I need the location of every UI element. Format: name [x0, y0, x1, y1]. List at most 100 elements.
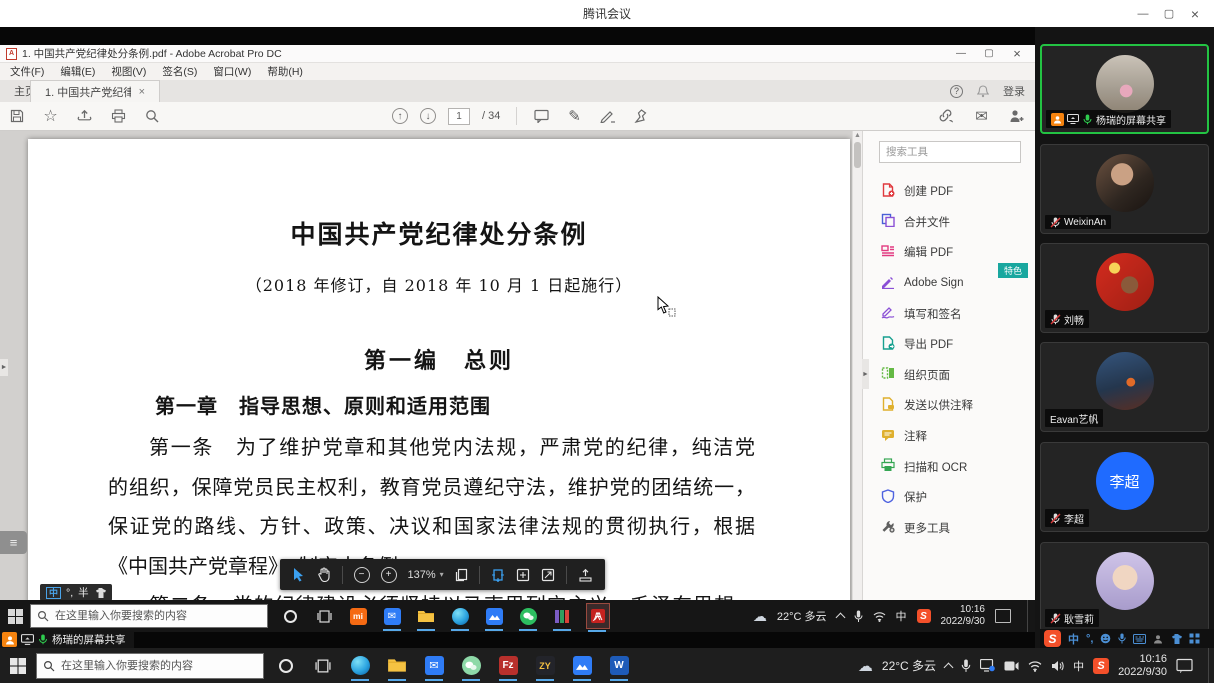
menu-sign[interactable]: 签名(S) [162, 64, 197, 79]
menu-help[interactable]: 帮助(H) [267, 64, 303, 79]
acrobat-maximize-icon[interactable]: ▢ [975, 45, 1003, 62]
nav-panel-toggle-icon[interactable]: ► [0, 359, 8, 376]
hand-tool-icon[interactable] [317, 566, 331, 583]
weather-text[interactable]: 22°C 多云 [882, 657, 936, 674]
sogou-keyboard-icon[interactable] [1133, 634, 1146, 644]
acrobat-minimize-icon[interactable]: — [947, 45, 975, 62]
previous-page-icon[interactable]: ↑ [392, 108, 408, 124]
edge-browser-icon[interactable] [350, 655, 370, 677]
page-number-input[interactable]: 1 [448, 108, 470, 125]
stamp-icon[interactable] [632, 108, 649, 125]
tray-lang-indicator[interactable]: 中 [1073, 658, 1084, 674]
notification-center-icon[interactable] [995, 609, 1011, 623]
tray-network-icon[interactable] [873, 611, 886, 622]
sogou-emoji-icon[interactable] [1100, 633, 1111, 644]
sogou-chinese-mode-icon[interactable]: 中 [1068, 631, 1079, 647]
cortana-icon[interactable] [280, 605, 300, 627]
star-icon[interactable]: ☆ [42, 108, 59, 125]
help-icon[interactable]: ? [950, 85, 963, 98]
taskbar-search-input[interactable] [36, 653, 264, 679]
cloud-docs-app-icon[interactable] [572, 655, 592, 677]
shared-taskbar-search-input[interactable] [30, 604, 268, 628]
scroll-up-icon[interactable]: ▲ [853, 131, 862, 141]
filezilla-app-icon[interactable]: Fz [498, 655, 518, 677]
word-app-icon[interactable]: W [609, 655, 629, 677]
fit-page-icon[interactable] [516, 566, 530, 583]
sogou-tray-icon[interactable]: S [917, 609, 931, 623]
acrobat-close-icon[interactable]: × [1003, 45, 1031, 62]
tray-clock[interactable]: 10:16 2022/9/30 [1118, 653, 1167, 679]
menu-view[interactable]: 视图(V) [111, 64, 146, 79]
participant-tile[interactable]: WeixinAn [1040, 144, 1209, 234]
zy-player-app-icon[interactable]: ZY [535, 655, 555, 677]
participant-tile[interactable]: 耿雪莉 [1040, 542, 1209, 632]
show-desktop-button[interactable] [1027, 600, 1031, 632]
highlight-pen-icon[interactable]: ✎ [566, 108, 583, 125]
add-person-icon[interactable] [1008, 108, 1025, 125]
ime-mode-indicator[interactable]: 中 [46, 587, 61, 599]
scrollbar-thumb[interactable] [854, 142, 861, 168]
sogou-logo-icon[interactable]: S [1044, 630, 1061, 647]
tray-mic-icon[interactable] [854, 610, 863, 623]
sogou-account-icon[interactable] [1153, 634, 1163, 644]
mail-app-icon[interactable]: ✉ [382, 605, 402, 627]
menu-edit[interactable]: 编辑(E) [60, 64, 95, 79]
menu-window[interactable]: 窗口(W) [213, 64, 251, 79]
tool-export-pdf[interactable]: 导出 PDF [863, 329, 1035, 360]
mail-icon[interactable]: ✉ [973, 108, 990, 125]
dock-toolbar-icon[interactable] [578, 566, 593, 583]
acrobat-app-icon-active[interactable] [586, 603, 610, 629]
weather-icon[interactable]: ☁ [858, 657, 873, 675]
xiaomi-app-icon[interactable]: mi [348, 605, 368, 627]
file-explorer-icon[interactable] [416, 605, 436, 627]
tray-speaker-icon[interactable] [1051, 660, 1064, 672]
sign-pen-icon[interactable] [599, 108, 616, 125]
zoom-level-dropdown[interactable]: 137% ▾ [408, 569, 444, 581]
vertical-scrollbar[interactable]: ▲ [852, 131, 862, 600]
meeting-minimize-icon[interactable]: — [1130, 0, 1156, 27]
comment-icon[interactable] [533, 108, 550, 125]
tool-create-pdf[interactable]: 创建 PDF [863, 176, 1035, 207]
participant-tile[interactable]: 李超 李超 [1040, 442, 1209, 532]
ime-skin-icon[interactable] [94, 588, 106, 598]
zoom-out-icon[interactable]: − [354, 566, 370, 583]
login-button[interactable]: 登录 [1003, 83, 1025, 99]
wechat-app-icon[interactable] [518, 605, 538, 627]
show-desktop-button[interactable] [1208, 648, 1212, 683]
tray-lang-indicator[interactable]: 中 [896, 608, 907, 624]
tray-mic-icon[interactable] [961, 659, 971, 673]
ime-width-indicator[interactable]: 半 [78, 585, 89, 600]
save-icon[interactable] [8, 108, 25, 125]
tool-fill-sign[interactable]: 填写和签名 [863, 298, 1035, 329]
shared-start-button[interactable] [0, 600, 30, 632]
ime-punct-indicator[interactable]: °, [66, 587, 73, 599]
participant-tile[interactable]: Eavan艺帆 [1040, 342, 1209, 432]
tray-expand-icon[interactable] [944, 662, 954, 672]
sogou-voice-icon[interactable] [1118, 633, 1126, 644]
tools-search-input[interactable] [879, 141, 1021, 163]
mail-app-icon[interactable]: ✉ [424, 655, 444, 677]
fullscreen-icon[interactable] [541, 566, 555, 583]
winrar-app-icon[interactable] [552, 605, 572, 627]
tool-comment[interactable]: 注释 [863, 421, 1035, 452]
sogou-punctuation-icon[interactable]: °, [1086, 633, 1093, 645]
page-view-icon[interactable] [455, 566, 469, 583]
bell-icon[interactable] [977, 85, 989, 98]
zoom-in-icon[interactable]: + [381, 566, 397, 583]
tray-clock[interactable]: 10:16 2022/9/30 [941, 604, 986, 628]
tab-close-icon[interactable]: × [139, 86, 145, 98]
edge-browser-icon[interactable] [450, 605, 470, 627]
cloud-docs-app-icon[interactable] [484, 605, 504, 627]
share-document-icon[interactable] [76, 108, 93, 125]
sogou-tray-icon[interactable]: S [1093, 658, 1109, 674]
tool-scan-ocr[interactable]: 扫描和 OCR [863, 451, 1035, 482]
meeting-close-icon[interactable]: × [1182, 0, 1208, 27]
search-icon[interactable] [144, 108, 161, 125]
notification-center-icon[interactable] [1176, 658, 1193, 673]
next-page-icon[interactable]: ↓ [420, 108, 436, 124]
tray-camera-icon[interactable] [1004, 661, 1019, 671]
tool-protect[interactable]: 保护 [863, 482, 1035, 513]
print-icon[interactable] [110, 108, 127, 125]
share-link-icon[interactable] [938, 108, 955, 125]
tool-combine-files[interactable]: 合并文件 [863, 207, 1035, 238]
